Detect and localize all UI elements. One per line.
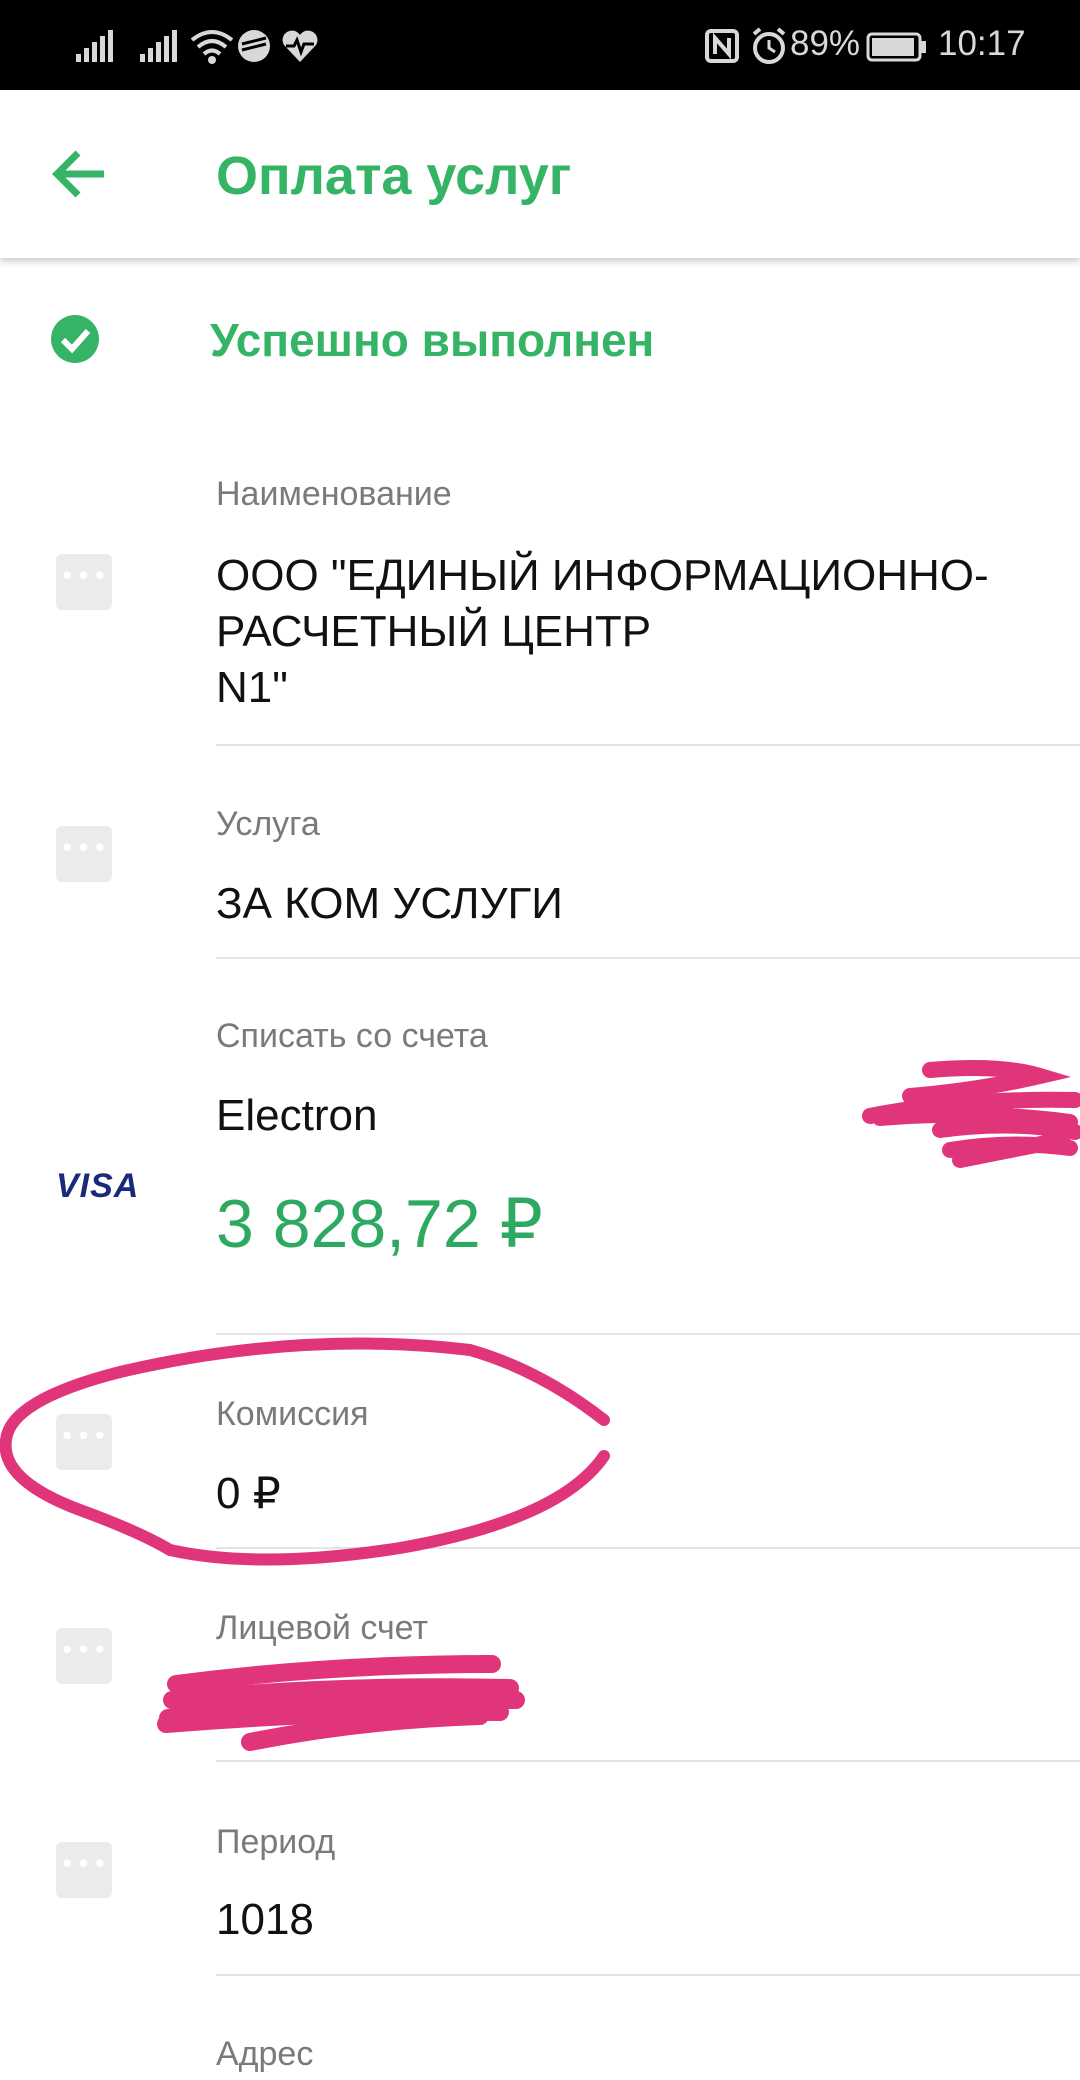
heart-rate-icon [282, 30, 318, 62]
app-bar: Оплата услуг [0, 90, 1080, 258]
signal-icon [140, 30, 177, 62]
more-button[interactable]: ••• [56, 826, 112, 882]
card-balance: 3 828,72 ₽ [216, 1186, 543, 1262]
bank-app-icon [238, 30, 270, 62]
redaction-scribble [157, 1655, 525, 1751]
more-button[interactable]: ••• [56, 1414, 112, 1470]
more-button[interactable]: ••• [56, 1628, 112, 1684]
redaction-scribble [862, 1060, 1080, 1168]
visa-logo: VISA [56, 1167, 140, 1205]
payment-status: Успешно выполнен [210, 314, 655, 366]
divider [216, 1760, 1080, 1762]
more-button[interactable]: ••• [56, 554, 112, 610]
battery-percent: 89% [790, 24, 861, 63]
commission-label: Комиссия [216, 1395, 369, 1433]
service-label: Услуга [216, 805, 320, 843]
battery-icon [866, 32, 926, 62]
wifi-icon [190, 30, 234, 64]
clock: 10:17 [938, 24, 1026, 63]
page-title: Оплата услуг [216, 146, 572, 206]
card-name: Electron [216, 1091, 378, 1140]
commission-value: 0 ₽ [216, 1469, 281, 1518]
name-label: Наименование [216, 475, 452, 513]
name-value: ООО "ЕДИНЫЙ ИНФОРМАЦИОННО- РАСЧЕТНЫЙ ЦЕН… [216, 551, 989, 712]
divider [216, 957, 1080, 959]
divider [216, 1547, 1080, 1549]
status-bar: 89% 10:17 [0, 0, 1080, 90]
service-value: ЗА КОМ УСЛУГИ [216, 879, 563, 928]
signal-icon [76, 30, 113, 62]
arrow-left-icon [52, 150, 104, 198]
check-circle-icon [51, 315, 99, 363]
nfc-icon [705, 29, 739, 63]
personal-account-label: Лицевой счет [216, 1609, 429, 1647]
divider [216, 1333, 1080, 1335]
divider [216, 744, 1080, 746]
more-button[interactable]: ••• [56, 1842, 112, 1898]
divider [216, 1974, 1080, 1976]
back-button[interactable] [40, 134, 120, 214]
period-value: 1018 [216, 1895, 314, 1944]
account-from-label: Списать со счета [216, 1017, 488, 1055]
period-label: Период [216, 1823, 336, 1861]
address-label: Адрес [216, 2035, 314, 2073]
alarm-icon [752, 27, 786, 64]
